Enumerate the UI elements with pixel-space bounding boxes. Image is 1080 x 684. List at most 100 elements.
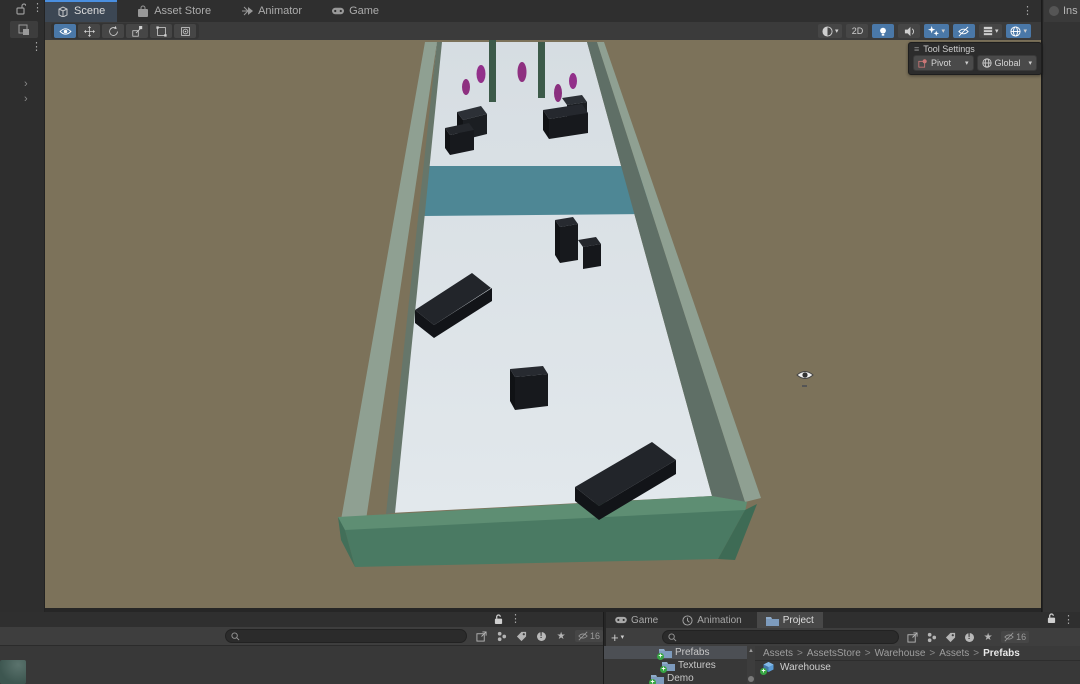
shading-sphere-icon [822, 26, 833, 37]
breadcrumb-assets[interactable]: Assets [763, 648, 793, 659]
type-filter-button[interactable] [495, 631, 507, 642]
search-icon [231, 632, 240, 641]
rect-tool-button[interactable] [150, 24, 172, 38]
open-search-window-button[interactable] [475, 631, 487, 642]
grid-icon [983, 26, 993, 36]
scroll-up-icon[interactable]: ▲ [747, 648, 755, 654]
import-log-button[interactable]: ! [535, 632, 547, 641]
tab-animator[interactable]: Animator [229, 0, 314, 22]
breadcrumb-assetsstore[interactable]: AssetsStore [807, 648, 861, 659]
expand-chevron-icon[interactable]: › [24, 78, 28, 90]
tab-animation[interactable]: Animation [673, 612, 750, 628]
star-icon: ★ [557, 631, 566, 642]
tab-asset-store[interactable]: Asset Store [125, 0, 223, 22]
scene-camera-button[interactable]: ▾ [1006, 24, 1031, 38]
tool-settings-title: Tool Settings [923, 44, 975, 54]
rotate-icon [108, 26, 119, 37]
hidden-count-label: 16 [1016, 632, 1026, 642]
save-search-button[interactable]: ★ [982, 632, 994, 643]
scrollbar-thumb[interactable] [748, 676, 754, 682]
import-log-button[interactable]: ! [963, 633, 975, 642]
panel-menu-icon[interactable]: ⋮ [1063, 615, 1074, 626]
asset-item-warehouse[interactable]: + Warehouse [762, 661, 831, 673]
project-search-field[interactable] [662, 630, 899, 644]
panel-menu-icon-2[interactable]: ⋮ [31, 42, 42, 53]
rect-tool-icon [156, 26, 167, 37]
unity-editor-window: ⋮ ⋮ › › Scene Asset Store Animator Game … [0, 0, 1080, 684]
view-tool-button[interactable] [54, 24, 76, 38]
move-tool-button[interactable] [78, 24, 100, 38]
transform-tool-button[interactable] [174, 24, 196, 38]
lighting-toggle-button[interactable] [872, 24, 894, 38]
tools-overlay [51, 23, 199, 39]
type-filter-button[interactable] [925, 632, 937, 643]
vcs-added-badge: + [760, 668, 767, 675]
window-menu-icon[interactable]: ⋮ [1022, 6, 1033, 17]
audio-toggle-button[interactable] [898, 24, 920, 38]
tree-scrollbar[interactable]: ▲ [747, 646, 755, 684]
2d-toggle-button[interactable]: 2D [846, 24, 868, 38]
breadcrumb-assets2[interactable]: Assets [939, 648, 969, 659]
caret-down-icon: ▾ [1028, 60, 1032, 67]
lock-icon[interactable] [494, 614, 503, 628]
hidden-count-label: 16 [590, 631, 600, 641]
tree-item-demo[interactable]: + Demo [604, 672, 747, 684]
bottom-left-panel-header: ⋮ [0, 612, 603, 627]
breadcrumb-warehouse[interactable]: Warehouse [875, 648, 926, 659]
clock-icon [682, 615, 693, 626]
tab-project[interactable]: Project [757, 612, 823, 628]
tab-game[interactable]: Game [320, 0, 391, 22]
left-collapsed-panel: ⋮ ⋮ › › [0, 0, 45, 612]
draw-mode-button[interactable]: ▾ [818, 24, 843, 38]
panel-menu-icon[interactable]: ⋮ [510, 614, 521, 625]
search-input[interactable] [243, 631, 461, 641]
scene-visibility-button[interactable] [953, 24, 975, 38]
tree-item-prefabs[interactable]: + Prefabs [604, 646, 747, 659]
drag-handle-icon[interactable]: ≡ [914, 44, 919, 54]
lock-icon[interactable] [1047, 613, 1056, 627]
panel-menu-icon[interactable]: ⋮ [32, 3, 43, 14]
grid-visual-button[interactable]: ▾ [979, 24, 1003, 38]
tree-item-label: Prefabs [675, 647, 709, 658]
asset-thumbnail[interactable] [0, 660, 26, 684]
project-folder-tree: + Prefabs + Textures + Demo [604, 646, 747, 684]
label-filter-button[interactable] [515, 631, 527, 642]
breadcrumb-prefabs[interactable]: Prefabs [983, 648, 1020, 659]
pip-window-button[interactable] [10, 21, 38, 38]
save-search-button[interactable]: ★ [555, 631, 567, 642]
orientation-button[interactable]: Global ▾ [977, 55, 1038, 71]
label-filter-button[interactable] [944, 632, 956, 643]
tree-item-textures[interactable]: + Textures [604, 659, 747, 672]
tree-item-label: Textures [678, 660, 716, 671]
effects-dropdown-button[interactable]: ▾ [924, 24, 949, 38]
caret-down-icon: ▾ [965, 60, 969, 67]
inspector-icon [1049, 6, 1059, 16]
tab-inspector[interactable]: Ins [1044, 0, 1080, 22]
search-field[interactable] [225, 629, 467, 643]
scene-viewport[interactable] [45, 40, 1041, 608]
scale-tool-button[interactable] [126, 24, 148, 38]
warning-icon: ! [965, 633, 974, 642]
tool-settings-overlay: ≡ Tool Settings Pivot ▾ Global ▾ [908, 42, 1042, 75]
caret-down-icon: ▾ [621, 634, 625, 641]
expand-chevron-icon-2[interactable]: › [24, 93, 28, 105]
lock-open-icon[interactable] [16, 3, 26, 18]
project-search-input[interactable] [680, 632, 893, 642]
caret-down-icon: ▾ [835, 28, 839, 35]
hidden-packages-toggle[interactable]: 16 [575, 630, 603, 642]
hidden-packages-toggle[interactable]: 16 [1001, 631, 1029, 643]
tab-project-label: Project [783, 615, 814, 626]
pivot-mode-button[interactable]: Pivot ▾ [913, 55, 974, 71]
tab-scene[interactable]: Scene [45, 0, 117, 22]
eye-slash-icon [578, 631, 588, 641]
prefab-cube-icon: + [762, 661, 775, 673]
create-asset-button[interactable]: + ▾ [611, 631, 624, 644]
rotate-tool-button[interactable] [102, 24, 124, 38]
scene-icon [57, 5, 69, 17]
folder-icon: + [651, 673, 664, 684]
folder-icon [766, 615, 779, 626]
tab-game-bottom[interactable]: Game [606, 612, 667, 628]
open-search-window-button[interactable] [906, 632, 918, 643]
2d-label: 2D [852, 26, 864, 36]
search-icon [668, 633, 677, 642]
